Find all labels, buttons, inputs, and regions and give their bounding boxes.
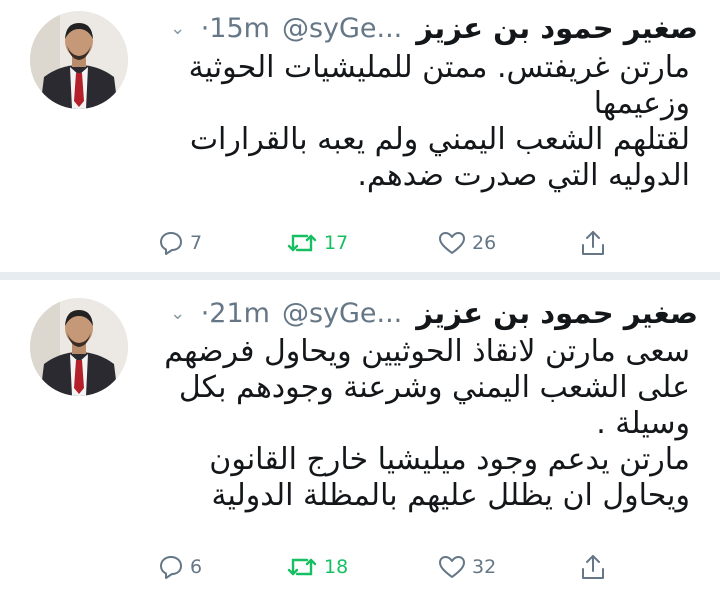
tweet-header: ⌄ ·21m @syGe... صغير حمود بن عزيز — [167, 293, 698, 333]
retweet-button[interactable]: 18 — [286, 550, 348, 584]
avatar-photo — [30, 298, 128, 396]
share-button[interactable] — [580, 226, 606, 260]
avatar[interactable] — [30, 11, 128, 109]
tweet[interactable]: ⌄ ·21m @syGe... صغير حمود بن عزيز سعى ما… — [0, 280, 720, 609]
tweet-header: ⌄ ·15m @syGe... صغير حمود بن عزيز — [167, 8, 698, 48]
like-icon — [439, 232, 465, 254]
tweet[interactable]: ⌄ ·15m @syGe... صغير حمود بن عزيز مارتن … — [0, 0, 720, 272]
like-count: 32 — [472, 556, 497, 578]
like-icon — [439, 556, 465, 578]
avatar[interactable] — [30, 298, 128, 396]
tweet-actions: 7 17 26 — [0, 226, 720, 260]
author-handle[interactable]: @syGe... — [282, 13, 402, 44]
retweet-button[interactable]: 17 — [286, 226, 348, 260]
author-name[interactable]: صغير حمود بن عزيز — [416, 11, 698, 45]
tweet-divider — [0, 272, 720, 280]
reply-icon — [160, 232, 182, 255]
retweet-icon — [287, 234, 317, 252]
like-button[interactable]: 26 — [438, 226, 496, 260]
reply-count: 6 — [190, 556, 203, 578]
reply-button[interactable]: 7 — [158, 226, 202, 260]
tweet-actions: 6 18 32 — [0, 550, 720, 584]
reply-icon — [160, 556, 182, 579]
tweet-time[interactable]: ·15m — [201, 13, 270, 44]
retweet-icon — [287, 558, 317, 576]
avatar-photo — [30, 11, 128, 109]
tweet-time[interactable]: ·21m — [201, 298, 270, 329]
tweet-text: سعى مارتن لانقاذ الحوثيين ويحاول فرضهم ع… — [164, 334, 690, 513]
chevron-down-icon[interactable]: ⌄ — [167, 303, 189, 324]
author-name[interactable]: صغير حمود بن عزيز — [416, 296, 698, 330]
reply-count: 7 — [190, 232, 203, 254]
share-icon — [582, 555, 604, 579]
retweet-count: 18 — [324, 556, 349, 578]
share-icon — [582, 231, 604, 255]
retweet-count: 17 — [324, 232, 349, 254]
like-count: 26 — [472, 232, 497, 254]
like-button[interactable]: 32 — [438, 550, 496, 584]
share-button[interactable] — [580, 550, 606, 584]
chevron-down-icon[interactable]: ⌄ — [167, 18, 189, 39]
reply-button[interactable]: 6 — [158, 550, 202, 584]
author-handle[interactable]: @syGe... — [282, 298, 402, 329]
tweet-text: مارتن غريفتس. ممتن للمليشيات الحوثية وزع… — [188, 50, 690, 193]
